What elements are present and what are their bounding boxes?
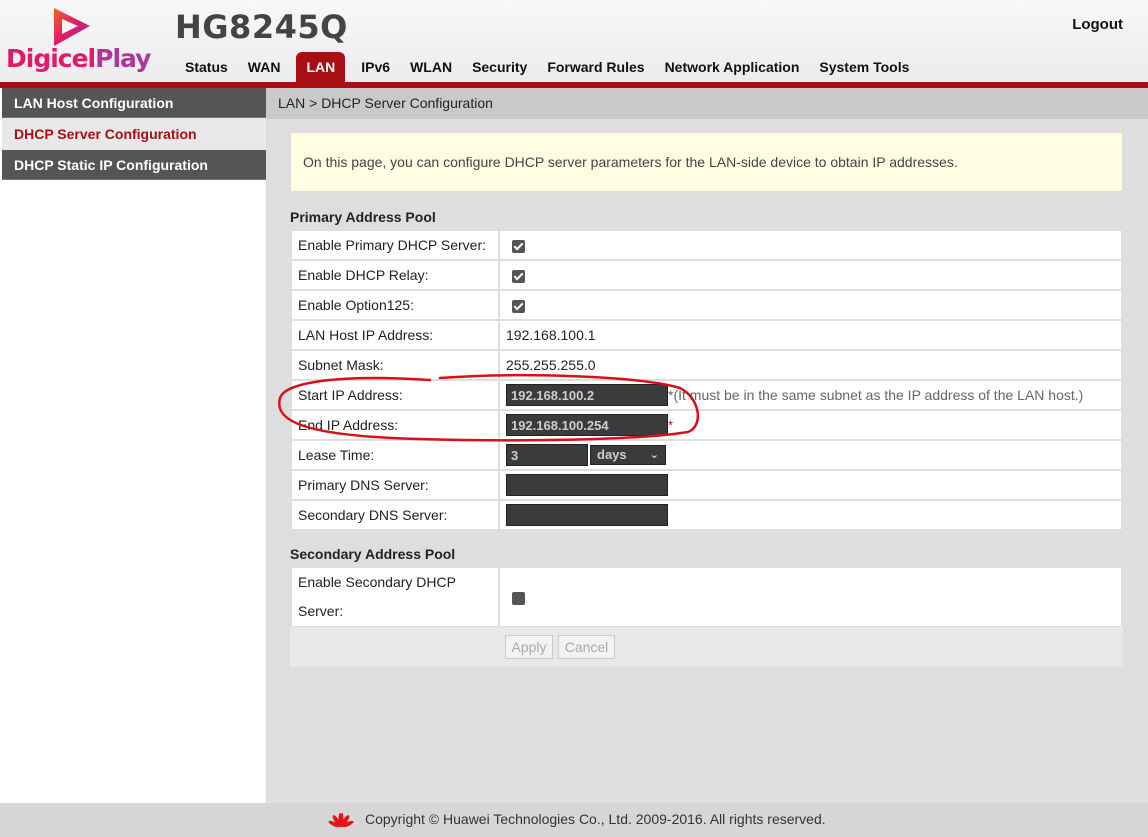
- breadcrumb: LAN > DHCP Server Configuration: [266, 88, 1148, 119]
- nav-security[interactable]: Security: [462, 52, 537, 82]
- sidebar-item-dhcp-server-configuration[interactable]: DHCP Server Configuration: [2, 118, 266, 150]
- nav-network-application[interactable]: Network Application: [655, 52, 810, 82]
- sidebar-item-lan-host-configuration[interactable]: LAN Host Configuration: [2, 88, 266, 118]
- secondary-pool-table: Enable Secondary DHCP Server:: [290, 566, 1123, 628]
- main-content: LAN > DHCP Server Configuration On this …: [266, 88, 1148, 803]
- footer: Copyright © Huawei Technologies Co., Ltd…: [0, 803, 1148, 837]
- table-row: Enable Secondary DHCP Server:: [290, 566, 1123, 628]
- nav-wlan[interactable]: WLAN: [400, 52, 462, 82]
- nav-wan[interactable]: WAN: [238, 52, 291, 82]
- enable-secondary-dhcp-checkbox[interactable]: [512, 591, 525, 605]
- primary-pool-title: Primary Address Pool: [290, 209, 436, 225]
- brand-part1: Digicel: [6, 44, 96, 73]
- end-ip-label: End IP Address:: [290, 409, 500, 441]
- table-row: Enable Option125:: [290, 289, 1123, 321]
- huawei-logo-icon: [328, 813, 354, 828]
- brand-wordmark: DigicelPlay: [6, 44, 151, 73]
- secondary-dns-label: Secondary DNS Server:: [290, 499, 500, 531]
- sidebar-item-dhcp-static-ip-configuration[interactable]: DHCP Static IP Configuration: [2, 150, 266, 180]
- primary-dns-label: Primary DNS Server:: [290, 469, 500, 501]
- end-ip-input[interactable]: 192.168.100.254: [506, 414, 668, 436]
- device-model: HG8245Q: [175, 8, 348, 46]
- enable-dhcp-relay-checkbox[interactable]: [512, 269, 525, 283]
- subnet-mask-label: Subnet Mask:: [290, 349, 500, 381]
- required-mark: *: [668, 417, 674, 433]
- table-row: Enable DHCP Relay:: [290, 259, 1123, 291]
- nav-lan[interactable]: LAN: [296, 52, 346, 82]
- enable-primary-dhcp-checkbox[interactable]: [512, 239, 525, 253]
- enable-secondary-dhcp-label: Enable Secondary DHCP Server:: [290, 566, 500, 628]
- start-ip-hint: *(It must be in the same subnet as the I…: [668, 387, 1084, 403]
- sidebar: LAN Host Configuration DHCP Server Confi…: [2, 88, 266, 803]
- subnet-mask-value: 255.255.255.0: [498, 349, 1123, 381]
- cancel-button[interactable]: Cancel: [558, 635, 615, 659]
- apply-button[interactable]: Apply: [505, 635, 553, 659]
- logout-link[interactable]: Logout: [1072, 16, 1123, 33]
- table-row: Subnet Mask: 255.255.255.0: [290, 349, 1123, 381]
- table-row: Lease Time: 3 days ⌄: [290, 439, 1123, 471]
- table-row: Start IP Address: 192.168.100.2 *(It must…: [290, 379, 1123, 411]
- table-row: Enable Primary DHCP Server:: [290, 229, 1123, 261]
- nav-ipv6[interactable]: IPv6: [351, 52, 400, 82]
- lan-host-ip-label: LAN Host IP Address:: [290, 319, 500, 351]
- main-nav: Status WAN LAN IPv6 WLAN Security Forwar…: [175, 52, 919, 82]
- enable-primary-dhcp-label: Enable Primary DHCP Server:: [290, 229, 500, 261]
- table-row: End IP Address: 192.168.100.254 *: [290, 409, 1123, 441]
- table-row: LAN Host IP Address: 192.168.100.1: [290, 319, 1123, 351]
- lease-time-unit-value: days: [597, 447, 627, 462]
- page-description: On this page, you can configure DHCP ser…: [290, 132, 1123, 192]
- start-ip-input[interactable]: 192.168.100.2: [506, 384, 668, 406]
- lease-time-label: Lease Time:: [290, 439, 500, 471]
- lease-time-unit-select[interactable]: days ⌄: [590, 445, 666, 465]
- nav-status[interactable]: Status: [175, 52, 238, 82]
- start-ip-label: Start IP Address:: [290, 379, 500, 411]
- lease-time-input[interactable]: 3: [506, 444, 588, 466]
- primary-dns-input[interactable]: [506, 474, 668, 496]
- enable-option125-checkbox[interactable]: [512, 299, 525, 313]
- enable-option125-label: Enable Option125:: [290, 289, 500, 321]
- nav-system-tools[interactable]: System Tools: [809, 52, 919, 82]
- header: DigicelPlay HG8245Q Logout Status WAN LA…: [0, 0, 1148, 82]
- form-buttons: Apply Cancel: [290, 627, 1123, 667]
- table-row: Secondary DNS Server:: [290, 499, 1123, 531]
- nav-forward-rules[interactable]: Forward Rules: [537, 52, 654, 82]
- chevron-down-icon: ⌄: [649, 449, 659, 461]
- secondary-pool-title: Secondary Address Pool: [290, 546, 456, 562]
- secondary-dns-input[interactable]: [506, 504, 668, 526]
- primary-pool-table: Enable Primary DHCP Server: Enable DHCP …: [290, 229, 1123, 531]
- copyright-text: Copyright © Huawei Technologies Co., Ltd…: [365, 811, 826, 827]
- brand-part2: Play: [95, 44, 151, 73]
- lan-host-ip-value: 192.168.100.1: [498, 319, 1123, 351]
- enable-dhcp-relay-label: Enable DHCP Relay:: [290, 259, 500, 291]
- table-row: Primary DNS Server:: [290, 469, 1123, 501]
